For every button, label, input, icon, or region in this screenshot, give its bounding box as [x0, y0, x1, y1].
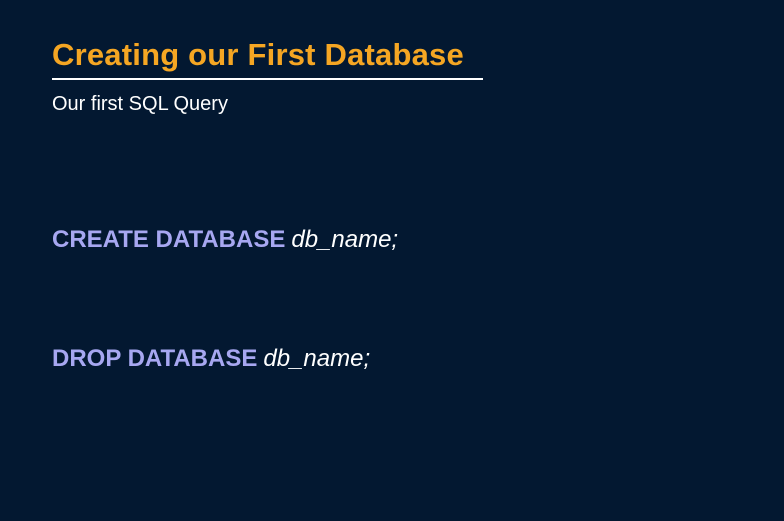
create-database-identifier: db_name; [291, 226, 399, 253]
drop-database-keyword: DROP DATABASE [52, 345, 258, 372]
create-database-keyword: CREATE DATABASE [52, 226, 286, 253]
create-database-query: CREATE DATABASE db_name; [52, 225, 398, 255]
slide-title: Creating our First Database [52, 37, 464, 72]
slide-title-container: Creating our First Database [52, 36, 483, 80]
title-underline [52, 78, 483, 80]
drop-database-query: DROP DATABASE db_name; [52, 344, 370, 374]
drop-database-identifier: db_name; [263, 345, 371, 372]
presentation-slide: Creating our First Database Our first SQ… [0, 0, 784, 521]
slide-subtitle: Our first SQL Query [52, 93, 228, 115]
